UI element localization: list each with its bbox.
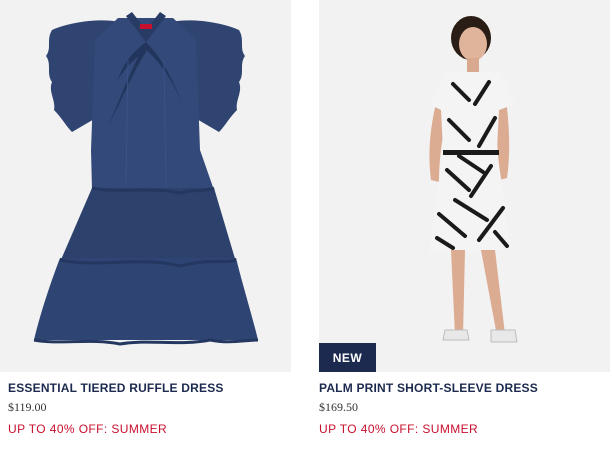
promo-label: UP TO 40% OFF: SUMMER [8,422,168,436]
model-illustration [429,16,518,343]
product-card[interactable]: NEW PALM PRINT SHORT-SLEEVE DRESS $169.5… [319,0,610,436]
product-price: $119.00 [8,400,47,414]
product-image[interactable] [0,0,291,372]
product-image[interactable]: NEW [319,0,610,372]
product-price: $169.50 [319,400,358,414]
product-name[interactable]: ESSENTIAL TIERED RUFFLE DRESS [8,381,224,395]
promo-label: UP TO 40% OFF: SUMMER [319,422,479,436]
dress-illustration [33,12,259,346]
new-badge: NEW [319,343,376,372]
product-name[interactable]: PALM PRINT SHORT-SLEEVE DRESS [319,381,538,395]
product-card[interactable]: ESSENTIAL TIERED RUFFLE DRESS $119.00 UP… [0,0,291,436]
